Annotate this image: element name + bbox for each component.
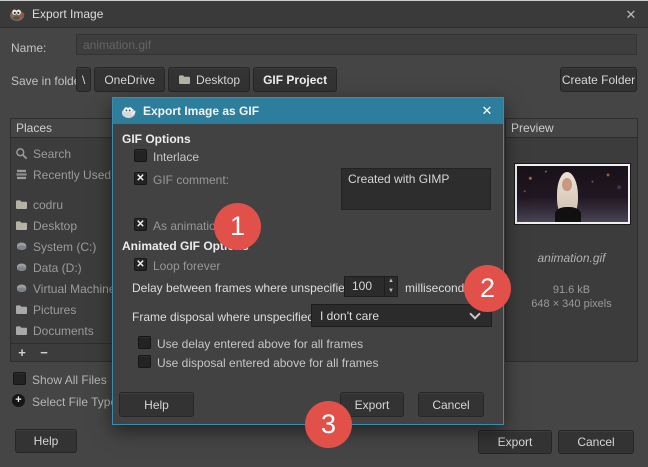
folder-icon xyxy=(16,200,27,209)
drive-icon xyxy=(17,242,27,250)
drive-icon xyxy=(17,284,27,292)
gif-dialog-close-icon[interactable]: ✕ xyxy=(475,101,499,121)
breadcrumb-onedrive[interactable]: OneDrive xyxy=(94,67,166,92)
use-disposal-checkbox[interactable] xyxy=(138,355,151,368)
window-titlebar: Export Image ✕ xyxy=(0,1,648,28)
place-item-desktop[interactable]: Desktop xyxy=(11,215,114,236)
help-button[interactable]: Help xyxy=(15,429,77,453)
gif-comment-label: GIF comment: xyxy=(153,173,230,187)
show-all-files-checkbox[interactable] xyxy=(13,372,26,385)
place-label: Recently Used xyxy=(33,167,112,182)
export-button[interactable]: Export xyxy=(478,430,552,454)
remove-place-button[interactable]: − xyxy=(33,345,55,360)
select-file-type-label: Select File Type xyxy=(32,395,118,409)
loop-forever-label: Loop forever xyxy=(153,259,221,273)
folder-icon xyxy=(16,305,27,314)
breadcrumb-gif-project[interactable]: GIF Project xyxy=(253,67,338,92)
place-label: System (C:) xyxy=(33,239,97,254)
show-all-files-label: Show All Files xyxy=(32,373,107,387)
spinner-buttons: ▲ ▼ xyxy=(384,277,397,296)
place-item-codru[interactable]: codru xyxy=(11,194,114,215)
folder-icon xyxy=(179,75,191,84)
spin-down-icon[interactable]: ▼ xyxy=(385,287,397,297)
frame-disposal-dropdown[interactable]: I don't care xyxy=(311,304,492,327)
drive-icon xyxy=(17,263,27,271)
breadcrumb-desktop-label: Desktop xyxy=(196,72,241,87)
delay-spinner[interactable]: 100 ▲ ▼ xyxy=(344,276,398,297)
add-place-button[interactable]: + xyxy=(11,345,33,360)
window-title: Export Image xyxy=(32,7,104,21)
folder-icon xyxy=(16,326,27,335)
select-file-type-expander-icon[interactable]: + xyxy=(12,394,25,407)
breadcrumb: \ OneDrive Desktop GIF Project xyxy=(76,67,338,92)
place-label: Data (D:) xyxy=(33,260,82,275)
place-item-system-c[interactable]: System (C:) xyxy=(11,236,114,257)
use-delay-label: Use delay entered above for all frames xyxy=(157,337,364,351)
create-folder-button[interactable]: Create Folder xyxy=(560,67,637,92)
place-item-pictures[interactable]: Pictures xyxy=(11,299,114,320)
filename-input[interactable] xyxy=(76,34,637,55)
cancel-button[interactable]: Cancel xyxy=(558,430,634,454)
places-header: Places xyxy=(11,119,114,138)
gimp-wilber-icon xyxy=(10,9,25,21)
place-item-virtual-machines[interactable]: Virtual Machines xyxy=(11,278,114,299)
spin-up-icon[interactable]: ▲ xyxy=(385,277,397,287)
preview-filesize: 91.6 kB xyxy=(552,284,591,296)
preview-dimensions: 648 × 340 pixels xyxy=(531,298,612,310)
interlace-checkbox[interactable] xyxy=(134,149,147,162)
annotation-step-2: 2 xyxy=(464,265,511,312)
breadcrumb-root[interactable]: \ xyxy=(76,67,92,92)
as-animation-checkbox[interactable] xyxy=(134,218,147,231)
frame-disposal-label: Frame disposal where unspecified: xyxy=(132,310,318,324)
preview-panel: Preview animation.gif 91.6 kB 648 × 340 … xyxy=(505,118,638,362)
place-label: Virtual Machines xyxy=(33,281,114,296)
places-footer: + − xyxy=(11,343,114,361)
use-disposal-label: Use disposal entered above for all frame… xyxy=(157,356,379,370)
place-item-search[interactable]: Search xyxy=(11,143,114,164)
recently-used-icon xyxy=(16,169,27,180)
gif-comment-textarea[interactable]: Created with GIMP xyxy=(341,168,491,210)
gif-cancel-button[interactable]: Cancel xyxy=(418,392,484,417)
gif-help-button[interactable]: Help xyxy=(119,392,194,417)
annotation-step-3: 3 xyxy=(305,401,352,448)
export-image-window: Export Image ✕ Name: Save in folder: \ O… xyxy=(0,0,648,467)
gif-dialog-titlebar: Export Image as GIF ✕ xyxy=(113,98,503,124)
window-close-icon[interactable]: ✕ xyxy=(614,1,648,28)
milliseconds-label: milliseconds xyxy=(405,281,471,295)
as-animation-label: As animation xyxy=(153,219,223,233)
folder-icon xyxy=(16,221,27,230)
gif-dialog-title: Export Image as GIF xyxy=(143,104,260,118)
place-label: Desktop xyxy=(33,218,78,233)
preview-filename: animation.gif xyxy=(537,251,606,265)
gimp-wilber-icon xyxy=(121,106,136,118)
frame-disposal-value: I don't care xyxy=(320,308,379,323)
preview-header: Preview xyxy=(506,119,637,138)
place-label: Pictures xyxy=(33,302,77,317)
annotation-step-1: 1 xyxy=(214,203,261,250)
loop-forever-checkbox[interactable] xyxy=(134,258,147,271)
gif-comment-checkbox[interactable] xyxy=(134,172,147,185)
export-gif-dialog: Export Image as GIF ✕ GIF Options Interl… xyxy=(112,97,511,448)
place-item-data-d[interactable]: Data (D:) xyxy=(11,257,114,278)
gif-options-header: GIF Options xyxy=(122,132,191,146)
interlace-label: Interlace xyxy=(153,150,200,164)
breadcrumb-desktop[interactable]: Desktop xyxy=(168,67,251,92)
window-top-edge xyxy=(0,0,648,1)
delay-label: Delay between frames where unspecified: xyxy=(132,281,355,295)
search-icon xyxy=(16,148,28,160)
use-delay-checkbox[interactable] xyxy=(138,336,151,349)
place-label: Search xyxy=(33,146,72,161)
delay-value[interactable]: 100 xyxy=(345,277,384,296)
place-label: codru xyxy=(33,197,64,212)
place-label: Documents xyxy=(33,323,94,338)
preview-thumbnail xyxy=(515,164,630,224)
name-label: Name: xyxy=(11,41,47,55)
place-item-documents[interactable]: Documents xyxy=(11,320,114,341)
places-panel: Places Search Recently Used codru Deskto… xyxy=(10,118,115,362)
place-item-recently-used[interactable]: Recently Used xyxy=(11,164,114,185)
